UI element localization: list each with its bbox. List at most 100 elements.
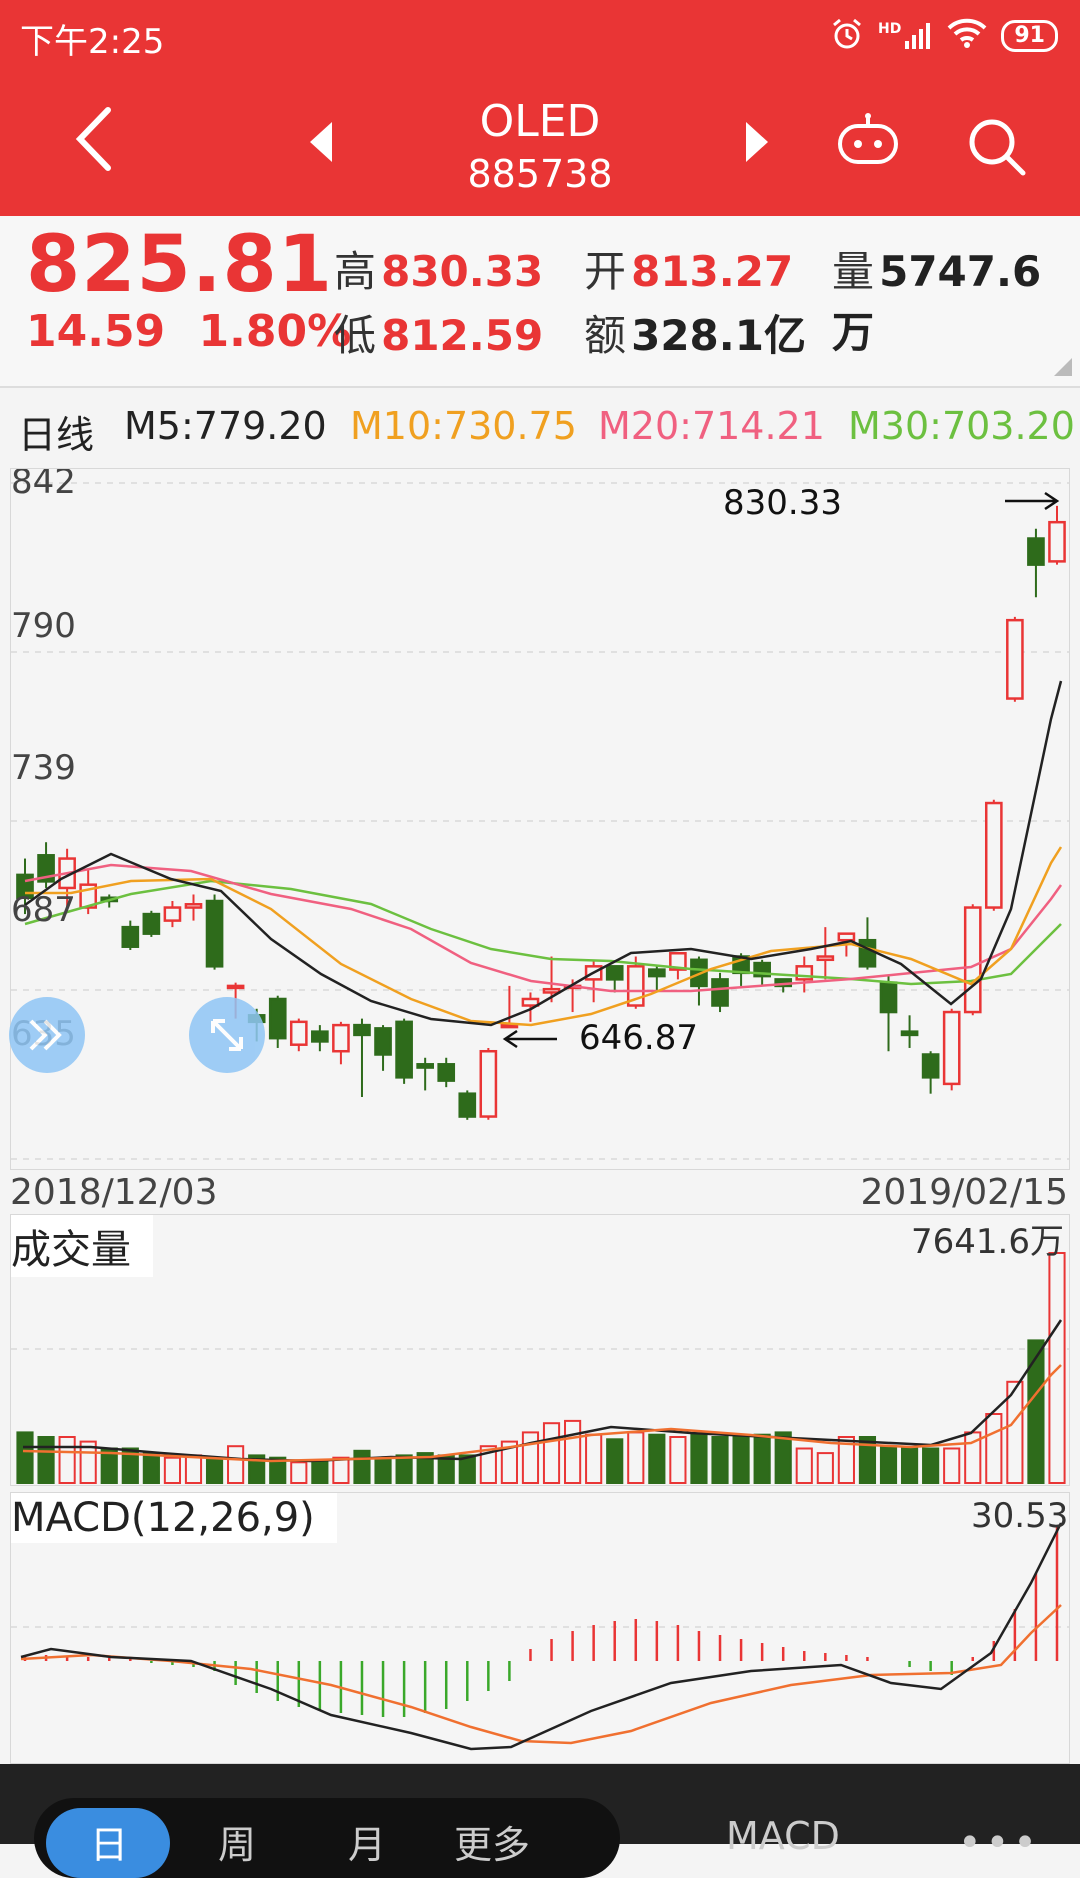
macd-dea-line [20, 1604, 1062, 1745]
candle [37, 842, 55, 888]
volume-max-label: 7641.6万 [911, 1222, 1064, 1262]
search-icon[interactable] [966, 116, 1028, 182]
candle [858, 917, 877, 970]
candle-body [142, 912, 161, 935]
volume-bar [58, 1436, 76, 1484]
battery-icon: 91 [1001, 20, 1058, 52]
period-label[interactable]: 日线 [18, 404, 94, 459]
expand-corner-icon[interactable] [1054, 358, 1072, 380]
more-dots-icon[interactable]: ••• [958, 1820, 1041, 1866]
candle-body [205, 899, 224, 968]
volume-bar [585, 1433, 603, 1484]
candle [311, 1025, 329, 1052]
candle-body [163, 906, 182, 922]
candle [921, 1051, 940, 1094]
candle [142, 910, 161, 937]
candle [963, 904, 982, 1016]
stock-name: OLED [479, 96, 601, 147]
candle-body [353, 1023, 371, 1037]
volume-bar [332, 1456, 350, 1484]
volume-bar [564, 1419, 582, 1484]
next-stock-icon[interactable] [742, 120, 772, 168]
tab-day[interactable]: 日 [90, 1814, 128, 1869]
candle-body [711, 978, 729, 1007]
indicator-selector[interactable]: MACD [726, 1814, 840, 1858]
last-price: 825.81 [26, 220, 333, 310]
tab-week[interactable]: 周 [218, 1814, 256, 1869]
status-bar: 下午2:25 HD 91 [0, 0, 1080, 76]
candle [416, 1057, 434, 1091]
y-tick-687: 687 [11, 890, 76, 930]
candle [121, 920, 140, 950]
start-date: 2018/12/03 [10, 1172, 218, 1213]
price-change: 14.59 1.80% [26, 306, 351, 357]
volume-bar [542, 1422, 561, 1484]
expand-icon [211, 1019, 243, 1051]
price-grid [11, 482, 1069, 1160]
bottom-tab-bar: 日 周 月 更多 MACD ••• [0, 1764, 1080, 1878]
fullscreen-button[interactable] [189, 997, 265, 1073]
candle [163, 901, 182, 928]
candle [353, 1018, 371, 1097]
candle-body [268, 997, 287, 1040]
candle-body [542, 987, 561, 994]
volume-bar [37, 1436, 55, 1484]
candle-body [374, 1027, 392, 1056]
ma10-label: M10:730.75 [350, 404, 577, 448]
macd-dif-line [20, 1522, 1063, 1751]
candle [437, 1057, 456, 1088]
macd-chart[interactable]: 30.53 MACD(12,26,9) [10, 1492, 1070, 1764]
volume-bar [142, 1452, 160, 1485]
candle [289, 1018, 308, 1052]
volume-label: 量 [832, 247, 875, 296]
wifi-icon [947, 18, 987, 54]
volume-bar [711, 1436, 729, 1484]
volume-bar [669, 1436, 687, 1484]
candle [879, 976, 898, 1052]
candle [479, 1047, 498, 1120]
collapse-button[interactable] [9, 997, 85, 1073]
volume-bar [521, 1431, 540, 1484]
min-price-label: 646.87 [579, 1018, 698, 1058]
volume-bar [690, 1433, 708, 1484]
header: OLED 885738 [0, 76, 1080, 216]
candle-body [879, 981, 898, 1014]
ma20-label: M20:714.21 [598, 404, 825, 448]
volume-bar [184, 1454, 203, 1484]
candle [542, 956, 561, 1003]
candle-body [837, 932, 856, 942]
volume-bars [16, 1252, 1066, 1485]
amount-value: 328.1亿 [631, 311, 806, 360]
robot-icon[interactable] [836, 112, 900, 172]
ma-lines [24, 680, 1063, 1027]
tab-month[interactable]: 月 [348, 1814, 386, 1869]
open-value: 813.27 [631, 247, 794, 296]
candle [900, 1015, 919, 1048]
volume-bar [353, 1449, 371, 1485]
open-label: 开 [584, 247, 627, 296]
candle-body [437, 1063, 456, 1082]
volume-bar [879, 1445, 898, 1484]
low-value: 812.59 [381, 311, 544, 360]
high-label: 高 [334, 247, 377, 296]
alarm-icon [830, 17, 864, 55]
volume-ma10-line [22, 1364, 1062, 1463]
volume-chart[interactable]: 7641.6万 成交量 [10, 1214, 1070, 1486]
volume-label: 成交量 [11, 1215, 153, 1277]
candle-body [984, 801, 1003, 909]
volume-field: 量 5747.6万 [832, 238, 1080, 360]
end-date: 2019/02/15 [860, 1172, 1069, 1213]
candle-body [521, 997, 540, 1007]
max-arrow-icon [1005, 491, 1060, 511]
candle-body [416, 1063, 434, 1069]
candlestick-chart[interactable]: 842 790 739 687 635 830.33 646.87 [9, 462, 1070, 1170]
tab-more[interactable]: 更多 [454, 1814, 530, 1869]
macd-label: MACD(12,26,9) [11, 1493, 337, 1543]
ma30-label: M30:703.20 [848, 404, 1075, 448]
candle-body [184, 903, 203, 909]
y-tick-842: 842 [11, 469, 76, 502]
volume-bar [311, 1459, 329, 1484]
y-tick-790: 790 [11, 606, 76, 646]
y-tick-739: 739 [11, 748, 76, 788]
candle-body [395, 1020, 413, 1079]
